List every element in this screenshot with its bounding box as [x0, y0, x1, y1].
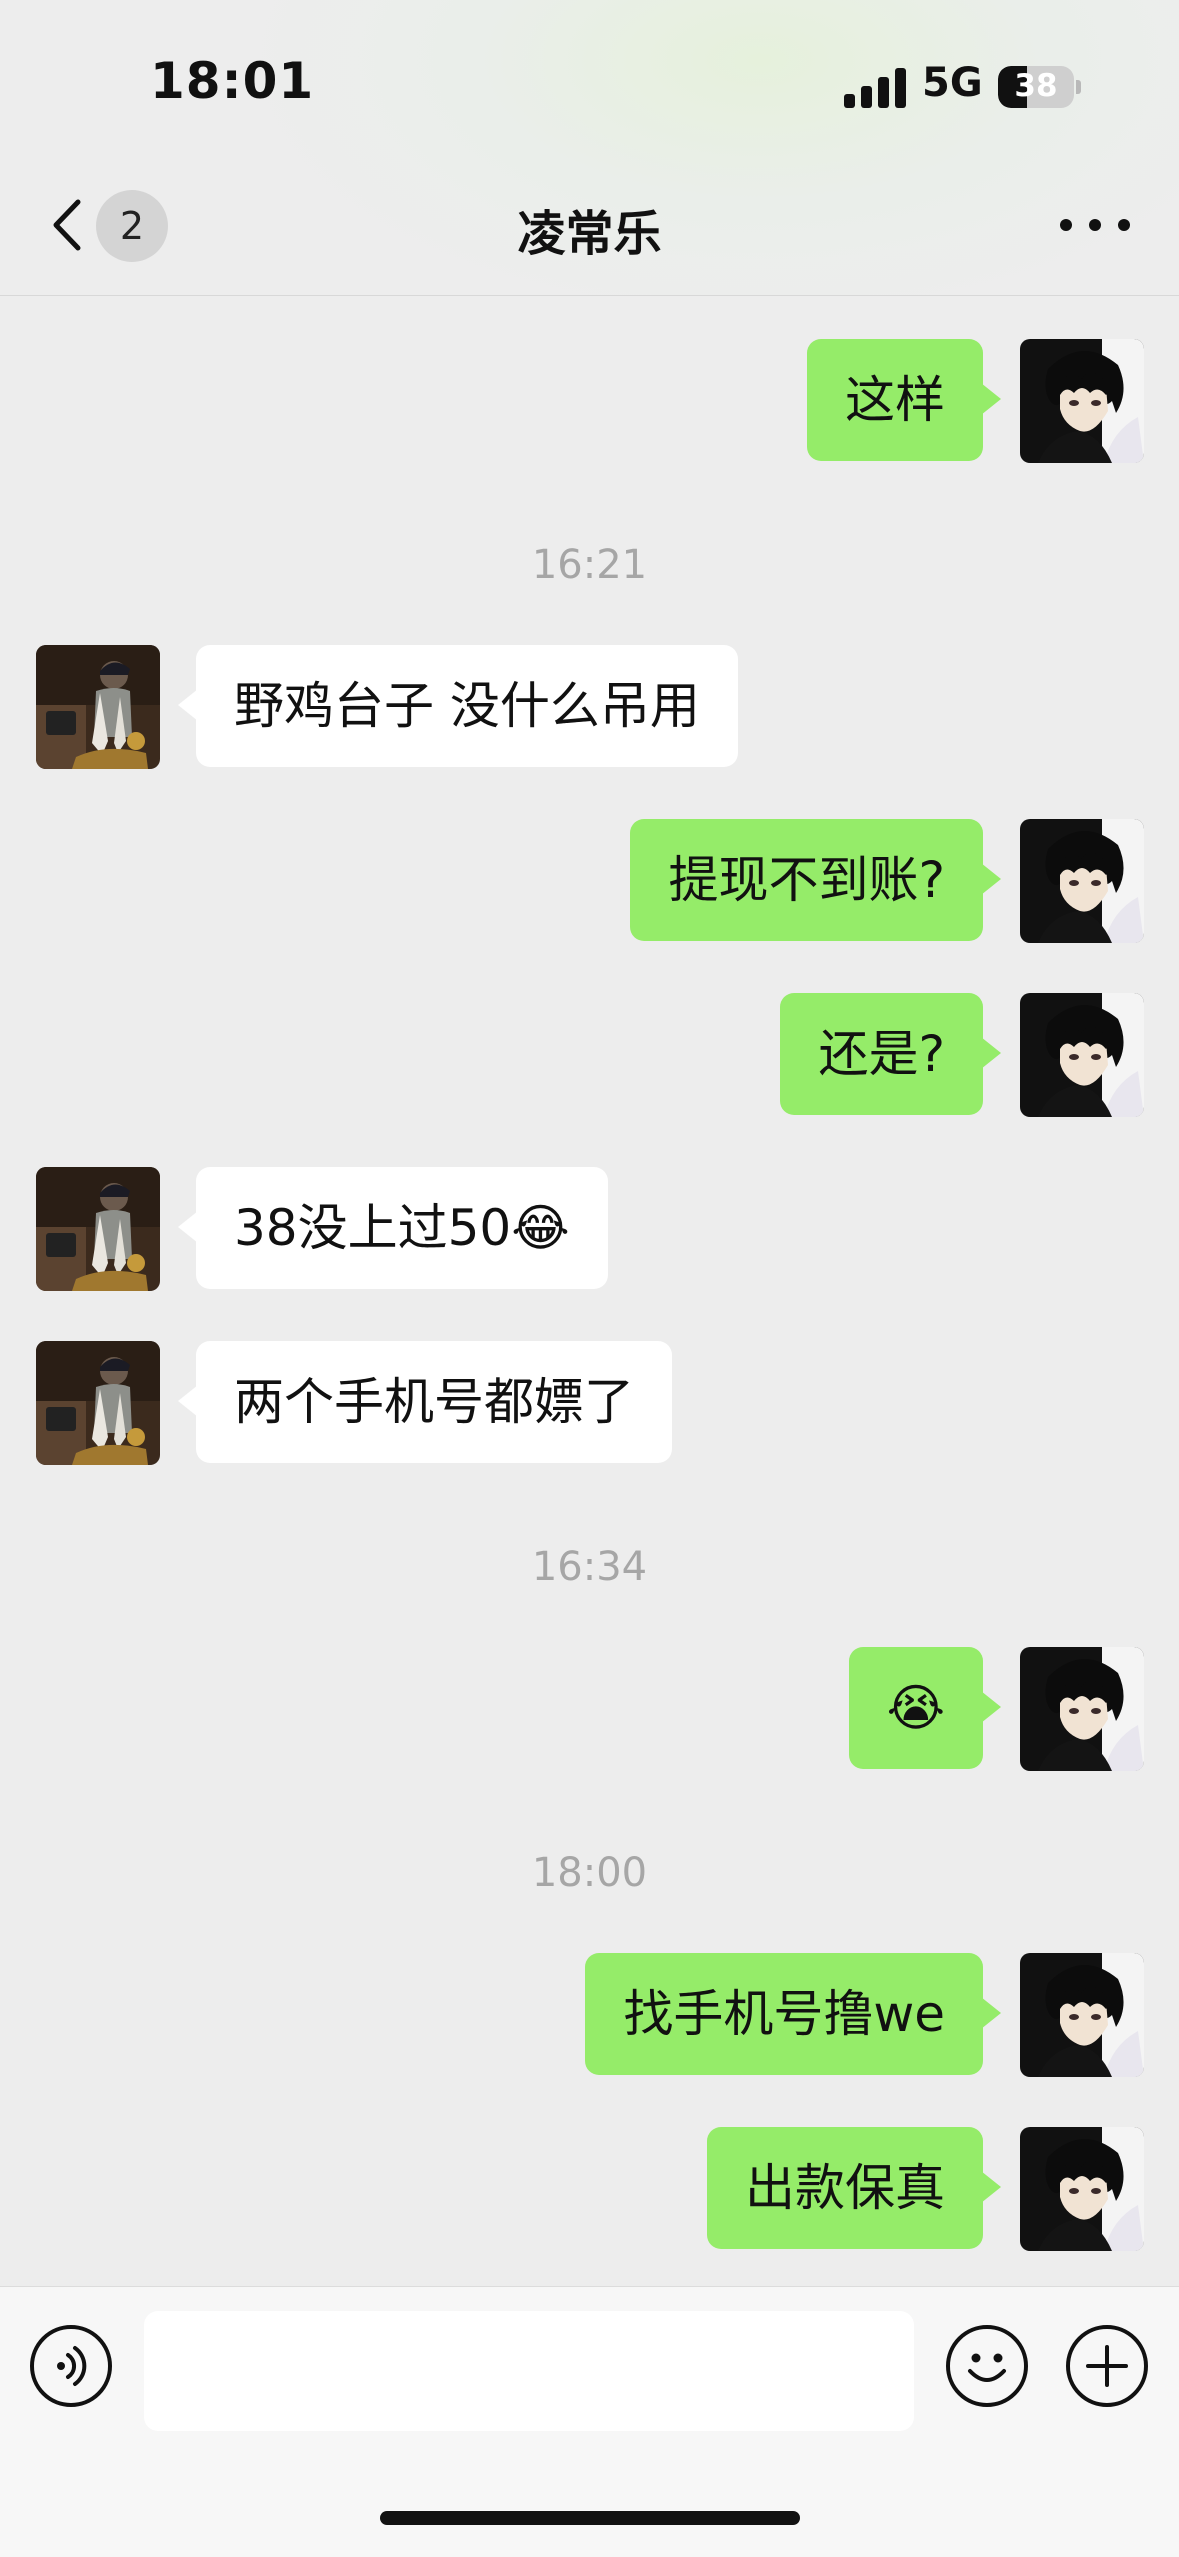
timestamp: 18:00: [531, 1850, 648, 1896]
battery-icon: 38: [998, 66, 1074, 108]
more-button[interactable]: [1060, 200, 1130, 250]
network-type: 5G: [922, 60, 983, 106]
message-bubble[interactable]: 😭: [848, 1647, 1002, 1769]
more-dot: [1060, 219, 1072, 231]
message-row: 两个手机号都嫖了: [0, 1341, 1179, 1465]
home-indicator[interactable]: [380, 2511, 800, 2525]
message-row: 😭: [0, 1647, 1179, 1771]
emoji-icon: [968, 2353, 1006, 2382]
anime-avatar-image: [1020, 1953, 1144, 2077]
battery-level: 38: [1014, 68, 1058, 104]
chat-area[interactable]: 这样 16:21 野鸡台子 没什么吊用 提现不到账? 还是? 38没上过50😂 …: [0, 296, 1179, 2286]
status-time: 18:01: [150, 52, 315, 110]
message-bubble[interactable]: 这样: [807, 339, 1001, 461]
anime-avatar-image: [1020, 819, 1144, 943]
message-row: 提现不到账?: [0, 819, 1179, 943]
avatar[interactable]: [1020, 2127, 1144, 2251]
photo-avatar-image: [36, 1167, 160, 1291]
more-dot: [1118, 219, 1130, 231]
plus-button[interactable]: [1066, 2325, 1148, 2407]
photo-avatar-image: [36, 1341, 160, 1465]
message-row: 野鸡台子 没什么吊用: [0, 645, 1179, 769]
message-bubble[interactable]: 还是?: [780, 993, 1001, 1115]
avatar[interactable]: [36, 1341, 160, 1465]
avatar[interactable]: [1020, 1647, 1144, 1771]
more-dot: [1089, 219, 1101, 231]
message-bubble[interactable]: 提现不到账?: [630, 819, 1001, 941]
message-bubble[interactable]: 找手机号撸we: [585, 1953, 1001, 2075]
chat-title: 凌常乐: [517, 206, 662, 262]
anime-avatar-image: [1020, 1647, 1144, 1771]
message-row: 找手机号撸we: [0, 1953, 1179, 2077]
emoji-button[interactable]: [946, 2325, 1028, 2407]
anime-avatar-image: [1020, 2127, 1144, 2251]
avatar[interactable]: [1020, 339, 1144, 463]
message-row: 出款保真: [0, 2127, 1179, 2251]
message-row: 还是?: [0, 993, 1179, 1117]
message-bubble[interactable]: 野鸡台子 没什么吊用: [178, 645, 738, 767]
battery-cap: [1076, 80, 1081, 94]
message-row: 这样: [0, 339, 1179, 463]
avatar[interactable]: [1020, 1953, 1144, 2077]
message-bubble[interactable]: 两个手机号都嫖了: [178, 1341, 672, 1463]
timestamp: 16:34: [531, 1544, 648, 1590]
avatar[interactable]: [36, 1167, 160, 1291]
avatar[interactable]: [1020, 993, 1144, 1117]
message-input[interactable]: [144, 2311, 914, 2431]
anime-avatar-image: [1020, 993, 1144, 1117]
avatar[interactable]: [36, 645, 160, 769]
timestamp: 16:21: [531, 542, 648, 588]
photo-avatar-image: [36, 645, 160, 769]
plus-icon: [1086, 2345, 1128, 2387]
voice-button[interactable]: [30, 2325, 112, 2407]
signal-icon: [844, 66, 908, 108]
navigation-bar: 18:01 5G 38 2 凌常乐: [0, 0, 1179, 296]
message-bubble[interactable]: 出款保真: [707, 2127, 1001, 2249]
voice-icon: [57, 2346, 87, 2386]
anime-avatar-image: [1020, 339, 1144, 463]
message-bubble[interactable]: 38没上过50😂: [178, 1167, 608, 1289]
input-toolbar: [0, 2286, 1179, 2557]
avatar[interactable]: [1020, 819, 1144, 943]
message-row: 38没上过50😂: [0, 1167, 1179, 1291]
